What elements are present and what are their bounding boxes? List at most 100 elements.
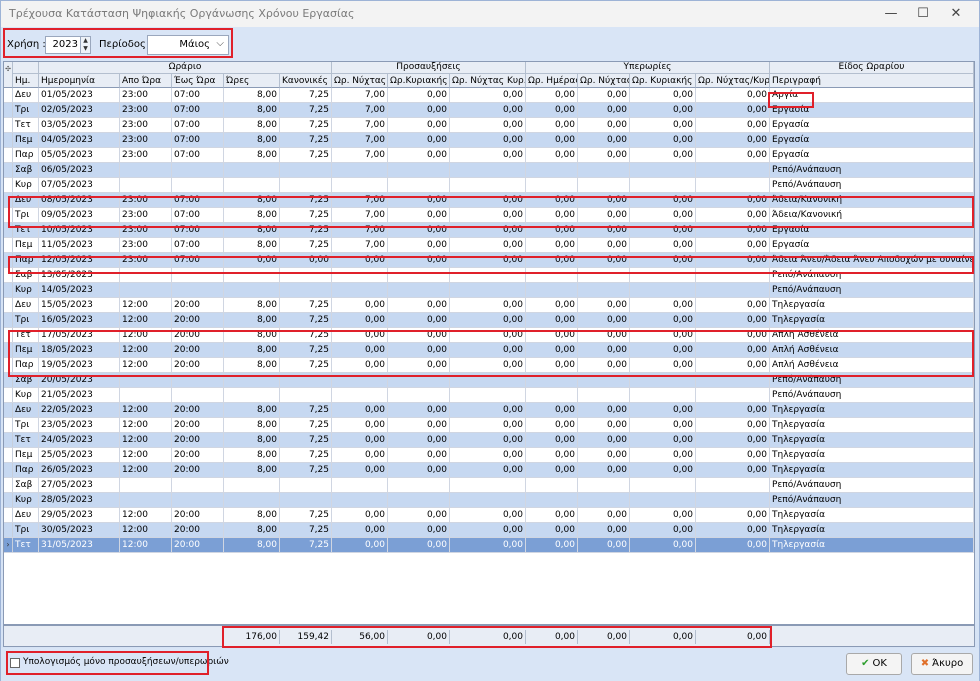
row-indicator-icon[interactable] — [4, 478, 13, 492]
cell-night-sunday[interactable]: 0,00 — [450, 223, 526, 237]
cell-hours[interactable]: 8,00 — [224, 118, 280, 132]
cell-ot-sunday[interactable]: 0,00 — [630, 358, 696, 372]
cell-description[interactable]: Εργασία — [770, 118, 974, 132]
close-icon[interactable]: ✕ — [941, 4, 971, 24]
cell-from[interactable] — [120, 163, 172, 177]
table-row[interactable]: Δευ 01/05/2023 23:00 07:00 8,00 7,25 7,00 0,00 0… — [4, 88, 974, 103]
row-indicator-icon[interactable] — [4, 358, 13, 372]
cell-date[interactable]: 18/05/2023 — [39, 343, 120, 357]
cell-day[interactable]: Δευ — [13, 88, 39, 102]
cell-hours[interactable] — [224, 478, 280, 492]
cell-ot-night-sunday[interactable]: 0,00 — [696, 223, 770, 237]
cell-hours[interactable] — [224, 268, 280, 282]
cell-sunday[interactable] — [388, 373, 450, 387]
cell-regular[interactable]: 7,25 — [280, 403, 332, 417]
cell-night-sunday[interactable]: 0,00 — [450, 238, 526, 252]
cell-night[interactable]: 7,00 — [332, 148, 388, 162]
cell-sunday[interactable]: 0,00 — [388, 193, 450, 207]
cell-ot-sunday[interactable]: 0,00 — [630, 523, 696, 537]
cell-night-sunday[interactable]: 0,00 — [450, 208, 526, 222]
cell-from[interactable] — [120, 493, 172, 507]
cell-date[interactable]: 27/05/2023 — [39, 478, 120, 492]
cell-description[interactable]: Τηλεργασία — [770, 508, 974, 522]
cell-sunday[interactable]: 0,00 — [388, 223, 450, 237]
cell-to[interactable]: 20:00 — [172, 418, 224, 432]
cell-date[interactable]: 30/05/2023 — [39, 523, 120, 537]
cell-to[interactable] — [172, 493, 224, 507]
cell-hours[interactable]: 8,00 — [224, 403, 280, 417]
cell-ot-night[interactable]: 0,00 — [578, 508, 630, 522]
cell-ot-day[interactable]: 0,00 — [526, 208, 578, 222]
cell-ot-day[interactable] — [526, 163, 578, 177]
cell-ot-sunday[interactable]: 0,00 — [630, 433, 696, 447]
cell-sunday[interactable]: 0,00 — [388, 148, 450, 162]
cell-ot-day[interactable] — [526, 283, 578, 297]
cell-night[interactable]: 0,00 — [332, 313, 388, 327]
cell-day[interactable]: Τετ — [13, 223, 39, 237]
cell-date[interactable]: 15/05/2023 — [39, 298, 120, 312]
row-indicator-icon[interactable]: › — [4, 538, 13, 552]
table-row[interactable]: Τρι 23/05/2023 12:00 20:00 8,00 7,25 0,00 0,00 0… — [4, 418, 974, 433]
cell-day[interactable]: Τετ — [13, 328, 39, 342]
cell-hours[interactable]: 8,00 — [224, 208, 280, 222]
cell-date[interactable]: 23/05/2023 — [39, 418, 120, 432]
cell-from[interactable]: 12:00 — [120, 523, 172, 537]
cell-night-sunday[interactable] — [450, 178, 526, 192]
row-indicator-icon[interactable] — [4, 163, 13, 177]
minimize-icon[interactable]: — — [876, 4, 906, 24]
cell-hours[interactable]: 8,00 — [224, 538, 280, 552]
cell-ot-night-sunday[interactable]: 0,00 — [696, 328, 770, 342]
cell-description[interactable]: Ρεπό/Ανάπαυση — [770, 163, 974, 177]
table-row[interactable]: Παρ 19/05/2023 12:00 20:00 8,00 7,25 0,00 0,00 0… — [4, 358, 974, 373]
cell-to[interactable]: 07:00 — [172, 223, 224, 237]
cell-description[interactable]: Ρεπό/Ανάπαυση — [770, 283, 974, 297]
cell-to[interactable]: 07:00 — [172, 118, 224, 132]
cell-night-sunday[interactable] — [450, 268, 526, 282]
cell-regular[interactable]: 7,25 — [280, 418, 332, 432]
cell-ot-night-sunday[interactable] — [696, 478, 770, 492]
cell-description[interactable]: Άδεια Άνευ/Άδεια Άνευ Αποδοχών με συναίν… — [770, 253, 974, 267]
cell-description[interactable]: Άδεια/Κανονική — [770, 193, 974, 207]
cell-ot-day[interactable]: 0,00 — [526, 88, 578, 102]
cell-description[interactable]: Τηλεργασία — [770, 418, 974, 432]
table-row[interactable]: › Τετ 31/05/2023 12:00 20:00 8,00 7,25 0,00 0,00… — [4, 538, 974, 553]
cell-ot-night-sunday[interactable]: 0,00 — [696, 133, 770, 147]
cell-night[interactable]: 0,00 — [332, 463, 388, 477]
table-row[interactable]: Τετ 10/05/2023 23:00 07:00 8,00 7,25 7,00 0,00 0… — [4, 223, 974, 238]
cell-to[interactable] — [172, 178, 224, 192]
cell-regular[interactable]: 7,25 — [280, 193, 332, 207]
cell-from[interactable]: 23:00 — [120, 88, 172, 102]
cell-date[interactable]: 07/05/2023 — [39, 178, 120, 192]
cell-from[interactable]: 12:00 — [120, 418, 172, 432]
cell-day[interactable]: Σαβ — [13, 268, 39, 282]
cell-description[interactable]: Απλή Ασθένεια — [770, 328, 974, 342]
cell-ot-night[interactable]: 0,00 — [578, 418, 630, 432]
cell-night-sunday[interactable] — [450, 493, 526, 507]
cell-day[interactable]: Δευ — [13, 193, 39, 207]
period-select[interactable]: Μάιος ⌵ — [147, 35, 229, 55]
cell-ot-day[interactable] — [526, 373, 578, 387]
col-regular[interactable]: Κανονικές — [280, 74, 332, 88]
row-indicator-icon[interactable] — [4, 328, 13, 342]
cell-regular[interactable]: 7,25 — [280, 523, 332, 537]
cell-date[interactable]: 11/05/2023 — [39, 238, 120, 252]
cell-from[interactable]: 12:00 — [120, 463, 172, 477]
cell-ot-day[interactable]: 0,00 — [526, 103, 578, 117]
cell-day[interactable]: Σαβ — [13, 163, 39, 177]
cell-description[interactable]: Τηλεργασία — [770, 433, 974, 447]
cell-ot-night-sunday[interactable]: 0,00 — [696, 148, 770, 162]
cell-date[interactable]: 19/05/2023 — [39, 358, 120, 372]
cell-night-sunday[interactable]: 0,00 — [450, 448, 526, 462]
cell-hours[interactable] — [224, 163, 280, 177]
cell-sunday[interactable]: 0,00 — [388, 238, 450, 252]
table-row[interactable]: Παρ 12/05/2023 23:00 07:00 0,00 0,00 0,00 0,00 0… — [4, 253, 974, 268]
cell-ot-day[interactable]: 0,00 — [526, 358, 578, 372]
cell-day[interactable]: Παρ — [13, 253, 39, 267]
cell-regular[interactable]: 7,25 — [280, 223, 332, 237]
cell-night-sunday[interactable]: 0,00 — [450, 253, 526, 267]
row-indicator-icon[interactable] — [4, 373, 13, 387]
cell-date[interactable]: 01/05/2023 — [39, 88, 120, 102]
cell-hours[interactable]: 8,00 — [224, 508, 280, 522]
cell-ot-sunday[interactable]: 0,00 — [630, 403, 696, 417]
cell-hours[interactable] — [224, 178, 280, 192]
